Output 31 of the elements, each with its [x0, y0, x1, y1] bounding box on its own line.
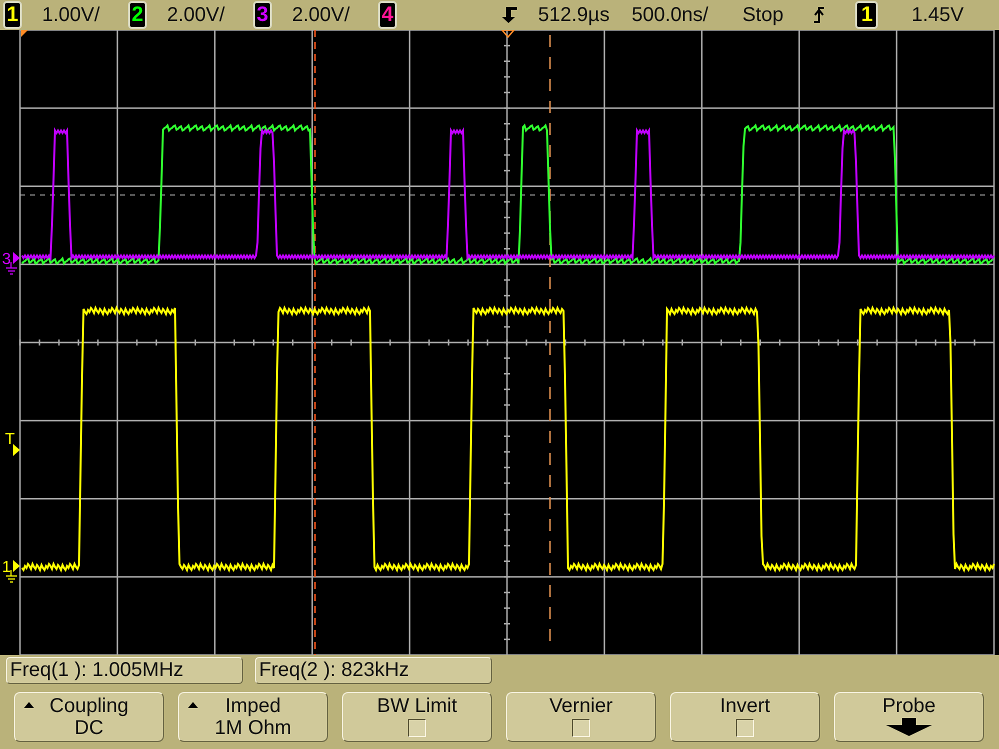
channel-scale: 1.00V/ — [42, 4, 100, 26]
softkey-button[interactable]: Vernier — [506, 692, 656, 742]
channel-marker-label: 1 — [2, 559, 11, 576]
timebase-readout: 500.0ns/ — [632, 4, 708, 26]
delay-readout: 512.9µs — [538, 4, 610, 26]
softkey-button[interactable]: Probe — [834, 692, 984, 742]
softkey-button[interactable]: Imped 1M Ohm — [178, 692, 328, 742]
softkey-button[interactable]: Invert — [670, 692, 820, 742]
time-cursor-line[interactable] — [314, 30, 316, 655]
softkey-button[interactable]: BW Limit — [342, 692, 492, 742]
channel-scale: 2.00V/ — [292, 4, 350, 26]
checkbox[interactable] — [736, 719, 754, 737]
channel-scale: 2.00V/ — [167, 4, 225, 26]
measurement-readout: Freq(1 ): 1.005MHz — [6, 657, 243, 684]
caret-icon — [188, 702, 198, 708]
run-state: Stop — [742, 4, 784, 26]
trigger-slope-icon — [813, 5, 826, 25]
marker-arrow-icon[interactable] — [13, 252, 20, 264]
checkbox[interactable] — [572, 719, 590, 737]
caret-icon — [24, 702, 34, 708]
marker-arrow-icon[interactable] — [13, 444, 20, 456]
trigger-point-icon — [500, 30, 516, 38]
level-cursor-line[interactable] — [20, 194, 994, 196]
softkey-button[interactable]: Coupling DC — [14, 692, 164, 742]
channel-marker-label: T — [5, 431, 15, 448]
channel-marker-label: 3 — [2, 251, 11, 268]
marker-arrow-icon[interactable] — [13, 560, 20, 572]
checkbox[interactable] — [408, 719, 426, 737]
down-arrow-icon — [886, 718, 932, 736]
measurement-readout: Freq(2 ): 823kHz — [255, 657, 492, 684]
trigger-level-readout: 1.45V — [911, 4, 964, 26]
